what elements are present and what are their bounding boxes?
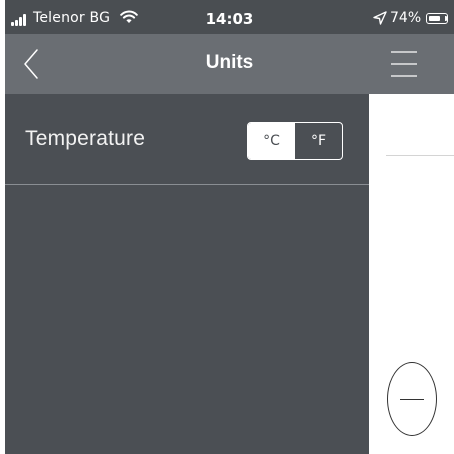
celsius-option[interactable]: °C — [248, 123, 295, 159]
battery-percent: 74% — [390, 10, 422, 26]
temperature-label: Temperature — [25, 127, 146, 150]
row-divider — [5, 184, 369, 185]
temperature-setting-row: Temperature °C °F — [5, 94, 369, 184]
menu-button[interactable] — [387, 48, 421, 80]
hamburger-menu-icon — [391, 51, 417, 77]
battery-fill — [428, 15, 441, 21]
minus-icon — [400, 399, 424, 400]
status-bar: Telenor BG 14:03 74% — [5, 0, 454, 34]
fahrenheit-option[interactable]: °F — [295, 123, 342, 159]
navigation-bar: Units — [5, 34, 454, 94]
zoom-out-button[interactable] — [387, 362, 437, 436]
battery-tip — [445, 16, 447, 21]
temperature-unit-toggle: °C °F — [247, 122, 343, 160]
location-arrow-icon — [373, 11, 387, 25]
units-menu-panel: Temperature °C °F — [5, 94, 369, 454]
content-divider — [386, 155, 454, 156]
